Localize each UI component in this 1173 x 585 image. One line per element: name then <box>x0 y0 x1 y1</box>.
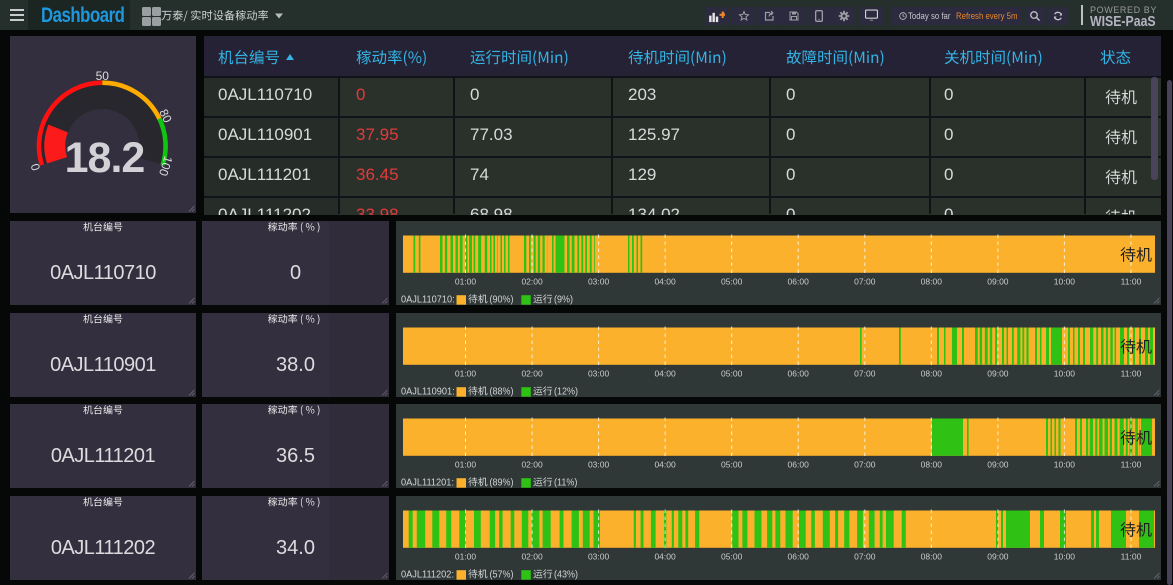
svg-text:08:00: 08:00 <box>921 277 943 287</box>
svg-text:01:00: 01:00 <box>455 369 477 379</box>
svg-text:03:00: 03:00 <box>588 552 610 562</box>
svg-text:01:00: 01:00 <box>455 460 477 470</box>
svg-text:09:00: 09:00 <box>987 460 1009 470</box>
svg-text:11:00: 11:00 <box>1121 277 1142 287</box>
svg-text:03:00: 03:00 <box>588 460 610 470</box>
svg-text:07:00: 07:00 <box>854 552 876 562</box>
svg-text:07:00: 07:00 <box>854 277 876 287</box>
svg-text:05:00: 05:00 <box>721 277 743 287</box>
svg-text:05:00: 05:00 <box>721 369 743 379</box>
svg-text:04:00: 04:00 <box>654 369 676 379</box>
svg-text:09:00: 09:00 <box>987 277 1009 287</box>
svg-text:05:00: 05:00 <box>721 552 743 562</box>
svg-text:10:00: 10:00 <box>1054 552 1076 562</box>
svg-text:06:00: 06:00 <box>788 552 810 562</box>
svg-text:09:00: 09:00 <box>987 552 1009 562</box>
svg-text:02:00: 02:00 <box>521 552 543 562</box>
svg-text:03:00: 03:00 <box>588 277 610 287</box>
svg-text:10:00: 10:00 <box>1054 277 1076 287</box>
svg-text:05:00: 05:00 <box>721 460 743 470</box>
svg-text:04:00: 04:00 <box>654 460 676 470</box>
svg-text:04:00: 04:00 <box>654 277 676 287</box>
svg-text:06:00: 06:00 <box>788 277 810 287</box>
svg-text:11:00: 11:00 <box>1121 369 1142 379</box>
svg-text:06:00: 06:00 <box>788 460 810 470</box>
svg-text:04:00: 04:00 <box>654 552 676 562</box>
svg-text:10:00: 10:00 <box>1054 369 1076 379</box>
svg-text:11:00: 11:00 <box>1121 460 1142 470</box>
svg-text:07:00: 07:00 <box>854 369 876 379</box>
svg-text:02:00: 02:00 <box>521 277 543 287</box>
svg-text:10:00: 10:00 <box>1054 460 1076 470</box>
svg-text:01:00: 01:00 <box>455 552 477 562</box>
svg-text:02:00: 02:00 <box>521 369 543 379</box>
svg-text:03:00: 03:00 <box>588 369 610 379</box>
svg-text:18.2: 18.2 <box>65 134 145 182</box>
svg-text:02:00: 02:00 <box>521 460 543 470</box>
svg-text:08:00: 08:00 <box>921 552 943 562</box>
svg-text:06:00: 06:00 <box>788 369 810 379</box>
svg-text:01:00: 01:00 <box>455 277 477 287</box>
svg-text:07:00: 07:00 <box>854 460 876 470</box>
svg-text:08:00: 08:00 <box>921 460 943 470</box>
svg-text:11:00: 11:00 <box>1121 552 1142 562</box>
svg-text:09:00: 09:00 <box>987 369 1009 379</box>
svg-text:08:00: 08:00 <box>921 369 943 379</box>
